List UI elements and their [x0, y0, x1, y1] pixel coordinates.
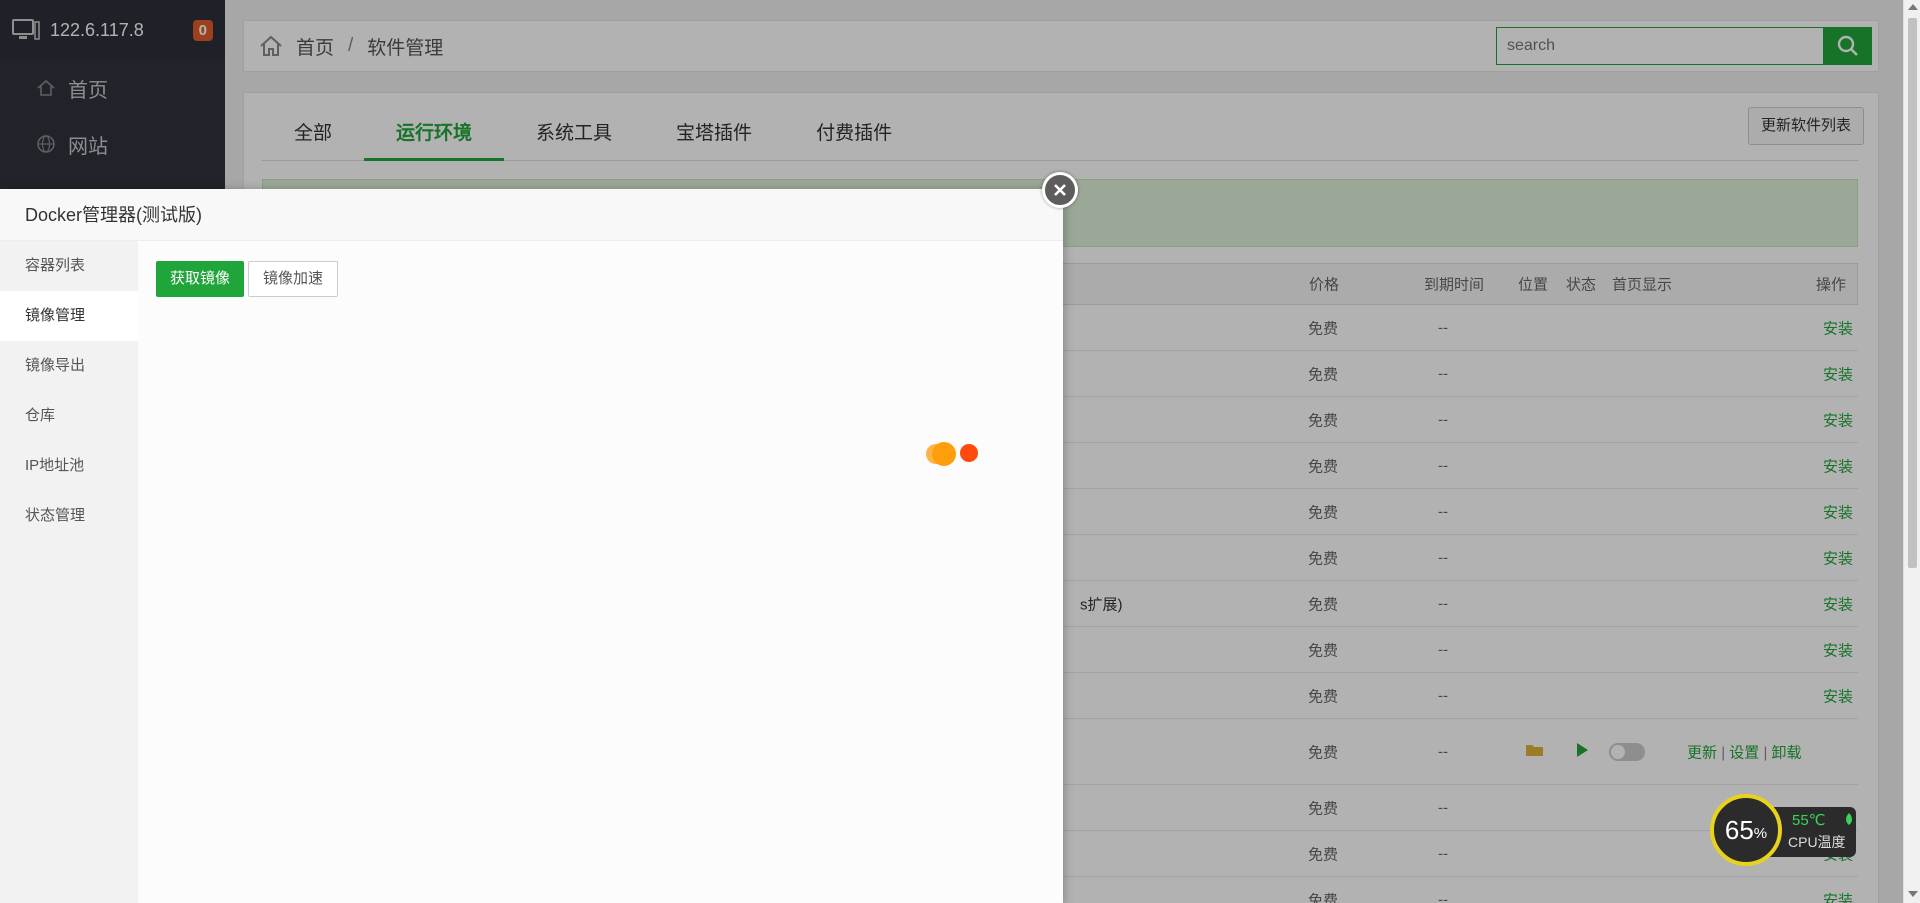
menu-repository[interactable]: 仓库 — [0, 391, 138, 441]
cpu-temp-value: 55℃ — [1792, 812, 1826, 829]
docker-manager-dialog: Docker管理器(测试版) 容器列表 镜像管理 镜像导出 仓库 IP地址池 状… — [0, 189, 1063, 903]
menu-ip-pool[interactable]: IP地址池 — [0, 441, 138, 491]
pull-image-button[interactable]: 获取镜像 — [156, 261, 245, 297]
scroll-thumb[interactable] — [1908, 18, 1917, 568]
loader-dot — [932, 442, 956, 466]
dialog-menu: 容器列表 镜像管理 镜像导出 仓库 IP地址池 状态管理 — [0, 241, 138, 903]
cpu-temp-label: CPU温度 — [1788, 834, 1846, 850]
page-scrollbar[interactable] — [1903, 0, 1920, 903]
cpu-usage-unit: % — [1753, 824, 1768, 842]
close-dialog-button[interactable] — [1042, 172, 1078, 208]
menu-container-list[interactable]: 容器列表 — [0, 241, 138, 291]
image-accelerate-button[interactable]: 镜像加速 — [248, 261, 339, 297]
menu-image-export[interactable]: 镜像导出 — [0, 341, 138, 391]
loader-dot — [960, 444, 978, 462]
loading-spinner — [926, 441, 986, 466]
cpu-usage-value: 65 — [1724, 814, 1754, 845]
dialog-body: 获取镜像 镜像加速 — [138, 241, 1063, 903]
scroll-up-arrow[interactable] — [1908, 4, 1918, 10]
close-icon — [1054, 184, 1066, 196]
scroll-down-arrow[interactable] — [1908, 891, 1918, 897]
cpu-temperature-widget[interactable]: 65% 55℃ CPU温度 — [1710, 794, 1856, 866]
leaf-icon — [1844, 812, 1854, 831]
dialog-title: Docker管理器(测试版) — [0, 189, 1063, 241]
menu-image-management[interactable]: 镜像管理 — [0, 291, 138, 341]
menu-status-management[interactable]: 状态管理 — [0, 491, 138, 541]
cpu-usage-ring: 65% — [1710, 794, 1782, 866]
